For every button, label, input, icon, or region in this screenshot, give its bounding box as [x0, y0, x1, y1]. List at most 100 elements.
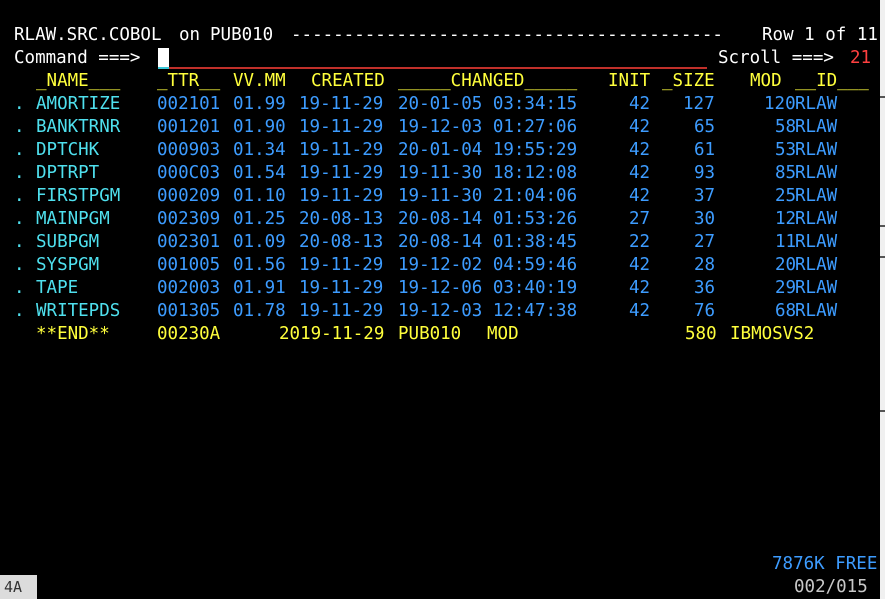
- member-ttr: 000903: [157, 140, 221, 160]
- command-input[interactable]: [158, 49, 707, 69]
- member-userid: RLAW: [795, 186, 838, 206]
- col-init-header: INIT: [608, 71, 651, 91]
- table-row[interactable]: . BANKTRNR 001201 01.90 19-11-29 19-12-0…: [14, 116, 837, 138]
- table-row[interactable]: . SYSPGM 001005 01.56 19-11-29 19-12-02 …: [14, 254, 837, 276]
- col-changed-header: _____CHANGED_____: [398, 71, 578, 91]
- col-created-header: CREATED: [311, 71, 385, 91]
- member-size: 61: [694, 140, 716, 160]
- member-init: 42: [629, 94, 651, 114]
- row-select-field[interactable]: .: [14, 139, 25, 161]
- member-ttr: 002101: [157, 94, 221, 114]
- member-version: 01.78: [233, 301, 286, 321]
- table-row[interactable]: . MAINPGM 002309 01.25 20-08-13 20-08-14…: [14, 208, 837, 230]
- end-of-list-row: **END** 00230A 2019-11-29 PUB010 MOD 580…: [14, 323, 814, 345]
- member-userid: RLAW: [795, 94, 838, 114]
- member-name[interactable]: TAPE: [36, 277, 78, 299]
- window-edge: [880, 0, 885, 599]
- member-name[interactable]: WRITEPDS: [36, 300, 120, 322]
- member-ttr: 001201: [157, 117, 221, 137]
- end-date: 2019-11-29: [279, 324, 385, 344]
- member-mod: 20: [775, 255, 797, 275]
- table-row[interactable]: . FIRSTPGM 000209 01.10 19-11-29 19-11-3…: [14, 185, 837, 207]
- cursor-position-indicator: 002/015: [794, 577, 868, 597]
- member-version: 01.90: [233, 117, 286, 137]
- member-mod: 68: [775, 301, 797, 321]
- row-select-field[interactable]: .: [14, 254, 25, 276]
- member-userid: RLAW: [795, 278, 838, 298]
- end-volume: PUB010: [398, 324, 462, 344]
- row-select-field[interactable]: .: [14, 116, 25, 138]
- member-name[interactable]: DPTCHK: [36, 139, 99, 161]
- member-changed: 20-01-04 19:55:29: [398, 140, 578, 160]
- row-select-field[interactable]: .: [14, 185, 25, 207]
- member-changed: 19-12-06 03:40:19: [398, 278, 578, 298]
- member-name[interactable]: DPTRPT: [36, 162, 99, 184]
- member-ttr: 001005: [157, 255, 221, 275]
- member-version: 01.54: [233, 163, 286, 183]
- end-ttr: 00230A: [157, 324, 221, 344]
- member-size: 28: [694, 255, 716, 275]
- command-line: Command ===> Scroll ===> 21: [14, 47, 871, 69]
- col-mod-header: MOD: [750, 71, 782, 91]
- member-ttr: 000C03: [157, 163, 221, 183]
- member-mod: 58: [775, 117, 797, 137]
- member-changed: 19-11-30 18:12:08: [398, 163, 578, 183]
- member-size: 65: [694, 117, 716, 137]
- table-row[interactable]: . SUBPGM 002301 01.09 20-08-13 20-08-14 …: [14, 231, 837, 253]
- member-name[interactable]: FIRSTPGM: [36, 185, 120, 207]
- member-init: 42: [629, 186, 651, 206]
- table-row[interactable]: . DPTRPT 000C03 01.54 19-11-29 19-11-30 …: [14, 162, 837, 184]
- member-changed: 19-12-03 12:47:38: [398, 301, 578, 321]
- edge-tick: [880, 225, 885, 227]
- member-name[interactable]: AMORTIZE: [36, 93, 120, 115]
- col-size-header: _SIZE: [662, 71, 715, 91]
- member-version: 01.10: [233, 186, 286, 206]
- on-word: on: [179, 25, 201, 45]
- edge-tick: [880, 256, 885, 258]
- member-changed: 20-08-14 01:53:26: [398, 209, 578, 229]
- cursor-underline: [158, 67, 169, 69]
- title-dashes: ----------------------------------------…: [291, 25, 723, 45]
- member-created: 20-08-13: [299, 232, 384, 252]
- member-name[interactable]: BANKTRNR: [36, 116, 120, 138]
- member-name[interactable]: SUBPGM: [36, 231, 99, 253]
- member-changed: 19-11-30 21:04:06: [398, 186, 578, 206]
- member-changed: 20-01-05 03:34:15: [398, 94, 578, 114]
- member-size: 37: [694, 186, 716, 206]
- table-row[interactable]: . DPTCHK 000903 01.34 19-11-29 20-01-04 …: [14, 139, 837, 161]
- edge-tick: [880, 96, 885, 98]
- member-ttr: 002309: [157, 209, 221, 229]
- member-name[interactable]: MAINPGM: [36, 208, 110, 230]
- row-select-field[interactable]: .: [14, 277, 25, 299]
- member-init: 42: [629, 117, 651, 137]
- row-select-field[interactable]: .: [14, 93, 25, 115]
- row-select-field[interactable]: .: [14, 300, 25, 322]
- member-init: 42: [629, 278, 651, 298]
- member-changed: 19-12-03 01:27:06: [398, 117, 578, 137]
- member-mod: 29: [775, 278, 797, 298]
- member-init: 22: [629, 232, 651, 252]
- col-vvmm-header: VV.MM: [233, 71, 286, 91]
- end-marker: **END**: [36, 324, 110, 344]
- member-size: 93: [694, 163, 716, 183]
- member-size: 36: [694, 278, 716, 298]
- member-mod: 11: [775, 232, 797, 252]
- end-mod-word: MOD: [487, 324, 519, 344]
- row-select-field[interactable]: .: [14, 162, 25, 184]
- member-name[interactable]: SYSPGM: [36, 254, 99, 276]
- table-row[interactable]: . WRITEPDS 001305 01.78 19-11-29 19-12-0…: [14, 300, 837, 322]
- row-select-field[interactable]: .: [14, 231, 25, 253]
- table-row[interactable]: . AMORTIZE 002101 01.99 19-11-29 20-01-0…: [14, 93, 837, 115]
- table-row[interactable]: . TAPE 002003 01.91 19-11-29 19-12-06 03…: [14, 277, 837, 299]
- row-select-field[interactable]: .: [14, 208, 25, 230]
- row-indicator: Row 1 of 11: [762, 25, 878, 45]
- command-label: Command ===>: [14, 48, 141, 68]
- member-mod: 53: [775, 140, 797, 160]
- member-mod: 12: [775, 209, 797, 229]
- member-version: 01.56: [233, 255, 286, 275]
- scroll-amount-field[interactable]: 21: [850, 47, 871, 69]
- member-ttr: 000209: [157, 186, 221, 206]
- member-ttr: 002003: [157, 278, 221, 298]
- member-ttr: 002301: [157, 232, 221, 252]
- member-created: 19-11-29: [299, 186, 384, 206]
